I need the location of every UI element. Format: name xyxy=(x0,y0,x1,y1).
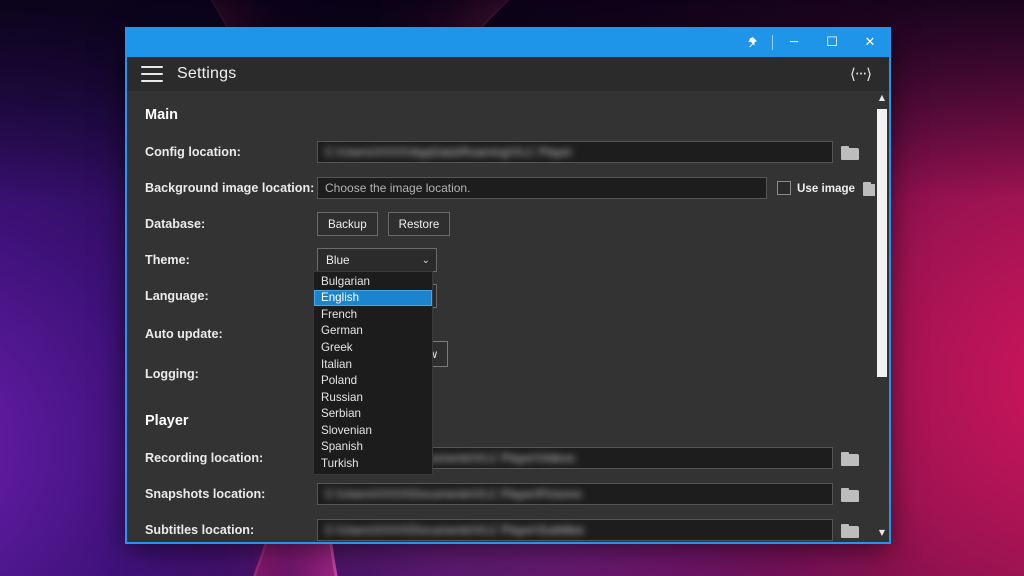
label-subtitles-location: Subtitles location: xyxy=(145,523,255,537)
language-option-german[interactable]: German xyxy=(314,323,432,340)
section-heading-main: Main xyxy=(145,107,179,123)
label-theme: Theme: xyxy=(145,253,190,267)
background-image-location-input[interactable]: Choose the image location. xyxy=(317,177,767,199)
hamburger-line xyxy=(141,73,163,75)
title-bar-separator xyxy=(772,34,773,50)
row-config-location: Config location: C:\Users\XXXX\AppData\R… xyxy=(145,137,865,167)
page-title: Settings xyxy=(177,65,237,82)
language-option-russian[interactable]: Russian xyxy=(314,389,432,406)
subtitles-location-value: C:\Users\XXXX\Documents\VLC Player\Subti… xyxy=(325,523,585,537)
language-option-spanish[interactable]: Spanish xyxy=(314,438,432,455)
label-config-location: Config location: xyxy=(145,145,241,159)
snapshots-location-input[interactable]: C:\Users\XXXX\Documents\VLC Player\Pictu… xyxy=(317,483,833,505)
vertical-scrollbar[interactable]: ▲ ▼ xyxy=(875,91,889,542)
row-auto-update: Auto update: xyxy=(145,317,865,351)
label-database: Database: xyxy=(145,217,206,231)
label-language: Language: xyxy=(145,289,209,303)
language-option-greek[interactable]: Greek xyxy=(314,339,432,356)
row-language: Language: English ⌄ xyxy=(145,281,865,311)
folder-icon[interactable] xyxy=(841,522,861,538)
control-config-location: C:\Users\XXXX\AppData\Roaming\VLC Player xyxy=(317,141,861,163)
minimize-icon: ─ xyxy=(790,34,798,50)
language-dropdown-popup: Bulgarian English French German Greek Italian… xyxy=(313,271,433,475)
pin-button[interactable] xyxy=(732,27,770,57)
control-database: Backup Restore xyxy=(317,212,460,236)
hamburger-menu-icon[interactable] xyxy=(141,66,163,82)
theme-selected-value: Blue xyxy=(326,253,350,267)
window-title-bar: ─ ☐ ✕ xyxy=(127,27,889,57)
settings-content-area: Main Config location: C:\Users\XXXX\AppD… xyxy=(127,91,889,542)
control-theme: Blue ⌄ xyxy=(317,248,437,272)
use-image-checkbox[interactable] xyxy=(777,181,791,195)
language-option-slovenian[interactable]: Slovenian xyxy=(314,422,432,439)
restore-button[interactable]: Restore xyxy=(387,212,451,236)
label-background-image-location: Background image location: xyxy=(145,181,315,195)
folder-icon[interactable] xyxy=(841,450,861,466)
row-subtitles-location: Subtitles location: C:\Users\XXXX\Docume… xyxy=(145,515,865,542)
hamburger-line xyxy=(141,66,163,68)
label-recording-location: Recording location: xyxy=(145,451,264,465)
overflow-expand-icon[interactable]: ⟨···⟩ xyxy=(846,63,875,85)
language-option-english[interactable]: English xyxy=(314,289,432,307)
language-option-french[interactable]: French xyxy=(314,306,432,323)
maximize-icon: ☐ xyxy=(826,34,838,50)
config-location-value: C:\Users\XXXX\AppData\Roaming\VLC Player xyxy=(325,145,573,159)
maximize-button[interactable]: ☐ xyxy=(813,27,851,57)
theme-select[interactable]: Blue ⌄ xyxy=(317,248,437,272)
section-heading-player: Player xyxy=(145,413,189,429)
settings-window: ─ ☐ ✕ Settings ⟨···⟩ Main Config locatio… xyxy=(125,27,891,544)
row-recording-location: Recording location: C:\Users\XXXX\Docume… xyxy=(145,443,865,473)
scrollbar-thumb[interactable] xyxy=(877,109,887,377)
snapshots-location-value: C:\Users\XXXX\Documents\VLC Player\Pictu… xyxy=(325,487,582,501)
settings-scroll-region: Main Config location: C:\Users\XXXX\AppD… xyxy=(127,91,875,542)
row-logging: Logging: xyxy=(145,357,865,391)
folder-icon[interactable] xyxy=(841,486,861,502)
close-button[interactable]: ✕ xyxy=(851,27,889,57)
label-logging: Logging: xyxy=(145,367,199,381)
subtitles-location-input[interactable]: C:\Users\XXXX\Documents\VLC Player\Subti… xyxy=(317,519,833,541)
language-option-italian[interactable]: Italian xyxy=(314,356,432,373)
hamburger-line xyxy=(141,80,163,82)
folder-icon[interactable] xyxy=(863,180,875,196)
minimize-button[interactable]: ─ xyxy=(775,27,813,57)
config-location-input[interactable]: C:\Users\XXXX\AppData\Roaming\VLC Player xyxy=(317,141,833,163)
language-option-serbian[interactable]: Serbian xyxy=(314,405,432,422)
language-option-bulgarian[interactable]: Bulgarian xyxy=(314,273,432,290)
control-background-image-location: Choose the image location. Use image xyxy=(317,177,875,199)
language-option-turkish[interactable]: Turkish xyxy=(314,455,432,472)
control-snapshots-location: C:\Users\XXXX\Documents\VLC Player\Pictu… xyxy=(317,483,861,505)
chevron-down-icon: ⌄ xyxy=(421,254,430,266)
row-theme: Theme: Blue ⌄ xyxy=(145,245,865,275)
use-image-label: Use image xyxy=(797,181,855,195)
scroll-up-button[interactable]: ▲ xyxy=(875,93,889,105)
label-snapshots-location: Snapshots location: xyxy=(145,487,266,501)
app-header-bar: Settings ⟨···⟩ xyxy=(127,57,889,91)
close-icon: ✕ xyxy=(864,34,876,50)
pin-icon xyxy=(747,36,757,47)
row-background-image-location: Background image location: Choose the im… xyxy=(145,173,875,203)
row-database: Database: Backup Restore xyxy=(145,209,865,239)
control-subtitles-location: C:\Users\XXXX\Documents\VLC Player\Subti… xyxy=(317,519,861,541)
row-snapshots-location: Snapshots location: C:\Users\XXXX\Docume… xyxy=(145,479,865,509)
backup-button[interactable]: Backup xyxy=(317,212,378,236)
scroll-down-button[interactable]: ▼ xyxy=(875,528,889,540)
desktop-background: ─ ☐ ✕ Settings ⟨···⟩ Main Config locatio… xyxy=(0,0,1024,576)
label-auto-update: Auto update: xyxy=(145,327,223,341)
folder-icon[interactable] xyxy=(841,144,861,160)
language-option-poland[interactable]: Poland xyxy=(314,372,432,389)
scrollbar-track[interactable] xyxy=(875,105,889,528)
